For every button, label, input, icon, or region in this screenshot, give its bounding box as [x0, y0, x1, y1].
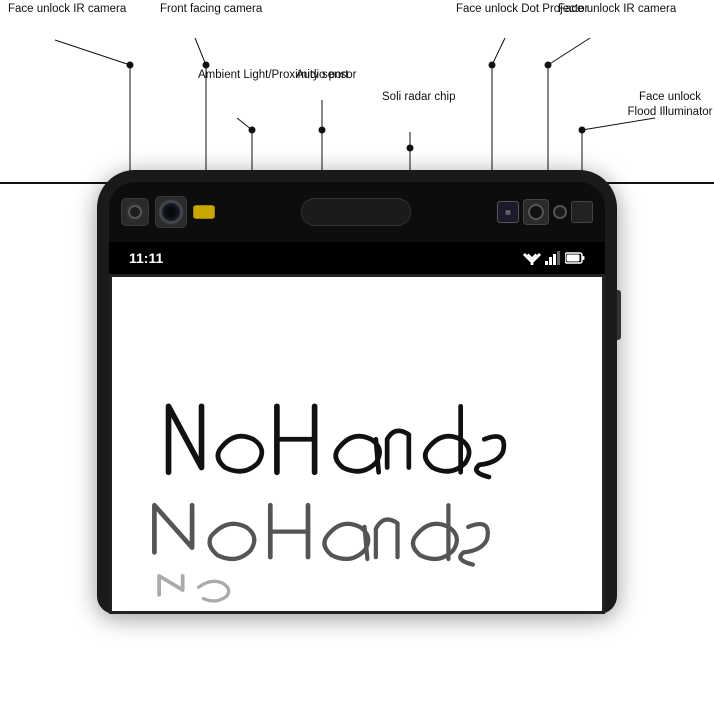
sensor-group-left [121, 196, 215, 228]
phone-outer: ▦ 11:11 [97, 170, 617, 614]
power-button [617, 290, 621, 340]
label-face-unlock-ir-right: Face unlock IR camera [558, 2, 676, 17]
status-bar: 11:11 [109, 242, 605, 274]
screen-content [109, 274, 605, 614]
label-face-unlock-ir-left: Face unlock IR camera [8, 2, 126, 17]
dot-projector-sensor [523, 199, 549, 225]
status-icons [523, 251, 585, 265]
audio-port-pill [301, 198, 411, 226]
ambient-sensor [193, 205, 215, 219]
flood-illuminator-sensor [571, 201, 593, 223]
status-time: 11:11 [129, 250, 163, 266]
ir-camera-left-sensor [121, 198, 149, 226]
battery-icon [565, 252, 585, 264]
label-face-unlock-flood: Face unlock Flood Illuminator [626, 90, 714, 120]
label-audio-port: Audio port [296, 68, 348, 83]
label-front-facing-camera: Front facing camera [160, 2, 262, 17]
ir-camera-right-sensor [553, 205, 567, 219]
signal-icon [545, 251, 561, 265]
front-camera-sensor [155, 196, 187, 228]
wifi-icon [523, 251, 541, 265]
notch-bar: ▦ [109, 182, 605, 242]
soli-radar-chip: ▦ [497, 201, 519, 223]
phone-mockup: ▦ 11:11 [97, 170, 617, 614]
label-soli-radar: Soli radar chip [382, 90, 456, 105]
handwriting-svg [112, 277, 602, 611]
sensor-group-right: ▦ [497, 199, 593, 225]
